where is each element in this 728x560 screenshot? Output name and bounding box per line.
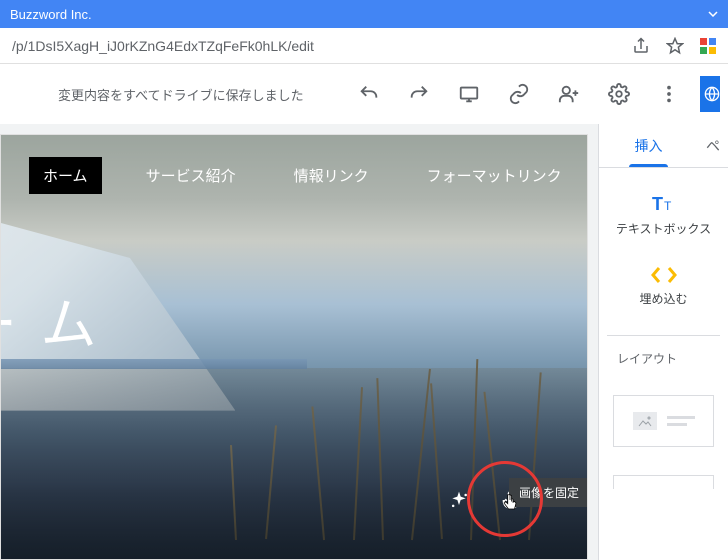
svg-text:T: T — [652, 194, 663, 214]
nav-services[interactable]: サービス紹介 — [132, 157, 250, 194]
image-placeholder-icon — [633, 412, 657, 430]
layout-lines-icon — [667, 416, 695, 426]
publish-button[interactable] — [700, 76, 720, 112]
window-title: Buzzword Inc. — [10, 7, 708, 22]
textbox-label: テキストボックス — [616, 222, 711, 238]
anchor-tooltip: 画像を固定 — [509, 478, 588, 507]
preview-icon[interactable] — [458, 83, 480, 105]
page-canvas[interactable]: ホーム サービス紹介 情報リンク フォーマットリンク ー ム 画像を固定 — [0, 124, 598, 560]
sparkle-icon[interactable] — [449, 490, 469, 515]
site-navigation: ホーム サービス紹介 情報リンク フォーマットリンク — [29, 157, 576, 194]
nav-home[interactable]: ホーム — [29, 157, 102, 194]
embed-icon — [651, 266, 677, 284]
page-heading[interactable]: ー ム — [0, 280, 101, 361]
insert-embed[interactable]: 埋め込む — [607, 266, 720, 308]
share-icon[interactable] — [632, 37, 650, 55]
editor-toolbar: 変更内容をすべてドライブに保存しました — [0, 64, 728, 124]
link-icon[interactable] — [508, 83, 530, 105]
cursor-pointer-icon — [501, 492, 519, 519]
tab-insert[interactable]: 挿入 — [599, 124, 698, 167]
embed-label: 埋め込む — [639, 292, 687, 308]
redo-icon[interactable] — [408, 83, 430, 105]
url-text[interactable]: /p/1DsI5XagH_iJ0rKZnG4EdxTZqFeFk0hLK/edi… — [8, 38, 632, 54]
tab-pages-partial[interactable]: ペ — [698, 124, 728, 167]
save-status: 変更内容をすべてドライブに保存しました — [58, 85, 304, 104]
textbox-icon: TT — [650, 192, 678, 214]
panel-tabs: 挿入 ペ — [599, 124, 728, 168]
window-title-bar: Buzzword Inc. — [0, 0, 728, 28]
nav-format-link[interactable]: フォーマットリンク — [413, 157, 576, 194]
insert-textbox[interactable]: TT テキストボックス — [607, 192, 720, 238]
right-panel: 挿入 ペ TT テキストボックス 埋め込む レイアウト — [598, 124, 728, 560]
more-vert-icon[interactable] — [658, 83, 680, 105]
undo-icon[interactable] — [358, 83, 380, 105]
nav-info-link[interactable]: 情報リンク — [280, 157, 383, 194]
puzzle-icon[interactable] — [700, 38, 716, 54]
add-person-icon[interactable] — [558, 83, 580, 105]
star-icon[interactable] — [666, 37, 684, 55]
chevron-down-icon[interactable] — [708, 8, 718, 20]
layout-option-1[interactable] — [613, 395, 714, 447]
layout-option-2[interactable] — [613, 475, 714, 489]
layout-section-title: レイアウト — [607, 350, 720, 367]
grass-decoration — [1, 368, 587, 559]
heading-underline — [1, 359, 307, 369]
gear-icon[interactable] — [608, 83, 630, 105]
svg-text:T: T — [664, 199, 672, 213]
address-bar: /p/1DsI5XagH_iJ0rKZnG4EdxTZqFeFk0hLK/edi… — [0, 28, 728, 64]
